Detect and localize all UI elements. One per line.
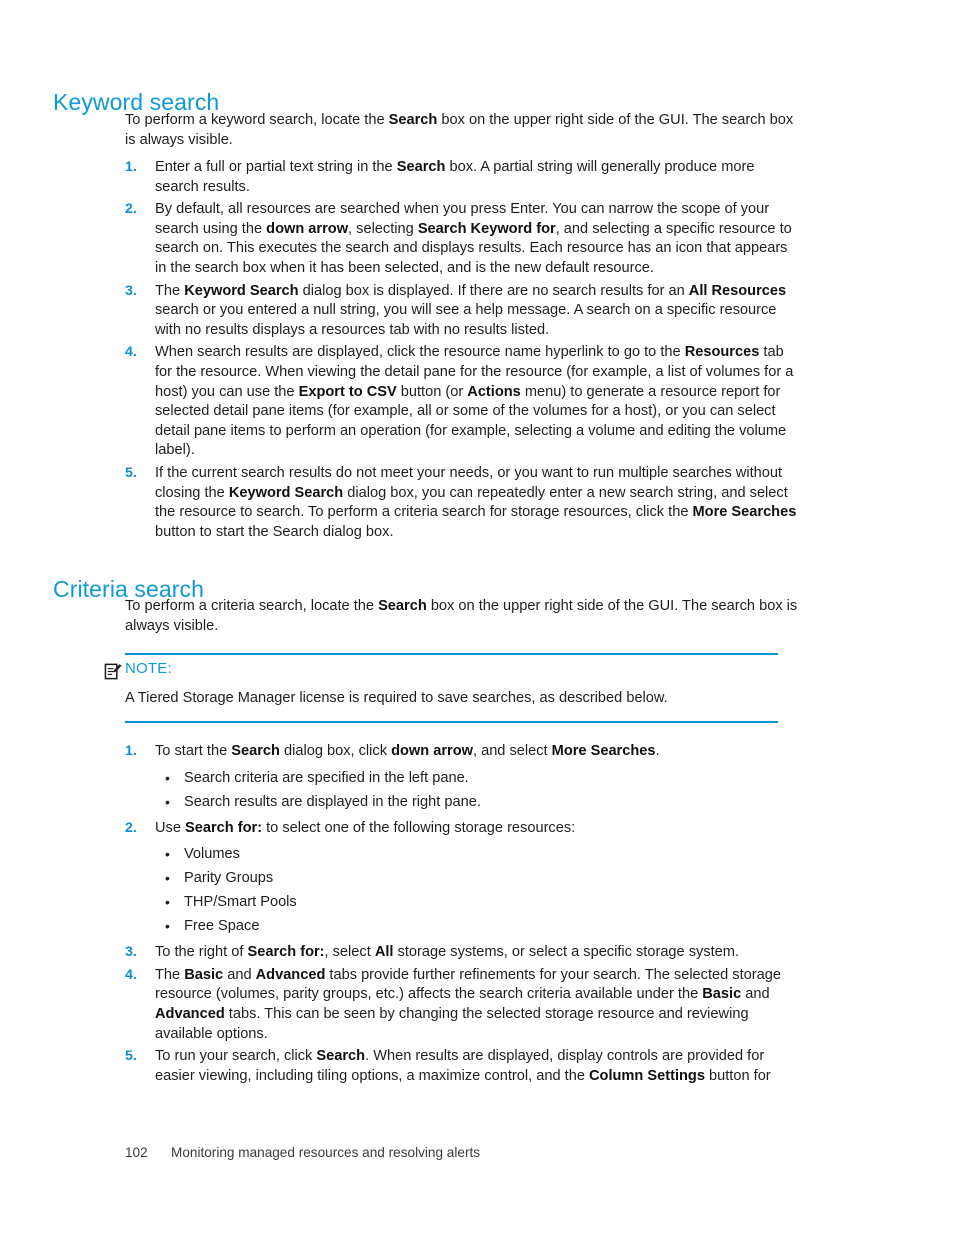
list-number: 5. bbox=[125, 1048, 137, 1065]
list-item-text: To the right of Search for:, select All … bbox=[155, 944, 739, 961]
bullet-dot-icon: • bbox=[165, 870, 170, 887]
list-item: 1. To start the Search dialog box, click… bbox=[125, 742, 801, 814]
bullet-dot-icon: • bbox=[165, 769, 170, 786]
note-rule-top bbox=[125, 653, 778, 655]
list-item-text: To run your search, click Search. When r… bbox=[155, 1048, 771, 1084]
bullet-item: • Volumes bbox=[162, 842, 801, 866]
criteria-search-intro: To perform a criteria search, locate the… bbox=[125, 598, 798, 634]
list-item-text: By default, all resources are searched w… bbox=[155, 201, 792, 276]
list-number: 1. bbox=[125, 743, 137, 759]
criteria-search-steps: 1. To start the Search dialog box, click… bbox=[125, 742, 801, 1089]
footer-page-number: 102 bbox=[125, 1145, 148, 1160]
bullet-item: • Search results are displayed in the ri… bbox=[162, 790, 801, 814]
list-item: 5. To run your search, click Search. Whe… bbox=[125, 1047, 801, 1086]
bullet-dot-icon: • bbox=[165, 846, 170, 863]
list-item: 2. By default, all resources are searche… bbox=[125, 200, 801, 278]
footer-running-title: Monitoring managed resources and resolvi… bbox=[171, 1145, 481, 1160]
list-item-text: If the current search results do not mee… bbox=[155, 464, 797, 540]
list-item: 3. The Keyword Search dialog box is disp… bbox=[125, 282, 801, 341]
list-item-text: To start the Search dialog box, click do… bbox=[155, 743, 660, 759]
list-number: 2. bbox=[125, 201, 137, 218]
list-item-text: The Keyword Search dialog box is display… bbox=[155, 282, 787, 338]
bullet-item-text: Volumes bbox=[184, 846, 240, 863]
list-number: 4. bbox=[125, 344, 137, 361]
note-label: NOTE: bbox=[125, 660, 172, 677]
list-number: 4. bbox=[125, 966, 137, 983]
bullet-item: • Search criteria are specified in the l… bbox=[162, 766, 801, 790]
keyword-search-intro: To perform a keyword search, locate the … bbox=[125, 112, 794, 148]
list-item: 5. If the current search results do not … bbox=[125, 464, 801, 542]
bullet-item-text: Search criteria are specified in the lef… bbox=[184, 769, 469, 786]
note-text: A Tiered Storage Manager license is requ… bbox=[125, 690, 668, 706]
bullet-item-text: THP/Smart Pools bbox=[184, 894, 297, 911]
list-item: 3. To the right of Search for:, select A… bbox=[125, 943, 801, 963]
bullet-dot-icon: • bbox=[165, 793, 170, 810]
list-number: 3. bbox=[125, 282, 137, 299]
note-page-pencil-icon bbox=[104, 662, 123, 681]
list-number: 5. bbox=[125, 464, 137, 481]
bullet-item: • Free Space bbox=[162, 914, 801, 938]
bullet-dot-icon: • bbox=[165, 894, 170, 911]
list-item-text: Enter a full or partial text string in t… bbox=[155, 159, 755, 195]
list-item: 4. When search results are displayed, cl… bbox=[125, 343, 801, 461]
note-admonition: NOTE: A Tiered Storage Manager license i… bbox=[104, 653, 800, 725]
bullet-item-text: Search results are displayed in the righ… bbox=[184, 793, 481, 810]
bullet-item-text: Free Space bbox=[184, 918, 260, 935]
list-number: 3. bbox=[125, 944, 137, 961]
list-item-text: The Basic and Advanced tabs provide furt… bbox=[155, 966, 781, 1042]
bullet-item: • THP/Smart Pools bbox=[162, 890, 801, 914]
bullet-list: • Volumes • Parity Groups • THP/Smart Po… bbox=[155, 842, 801, 938]
document-page: Keyword search To perform a keyword sear… bbox=[0, 0, 954, 1235]
bullet-item-text: Parity Groups bbox=[184, 870, 274, 887]
list-item: 4. The Basic and Advanced tabs provide f… bbox=[125, 966, 801, 1044]
list-item-text: When search results are displayed, click… bbox=[155, 344, 794, 459]
page-footer: 102 Monitoring managed resources and reso… bbox=[125, 1145, 480, 1160]
list-item-text: Use Search for: to select one of the fol… bbox=[155, 819, 576, 836]
note-rule-bottom bbox=[125, 721, 778, 723]
list-number: 2. bbox=[125, 819, 137, 836]
bullet-item: • Parity Groups bbox=[162, 866, 801, 890]
bullet-dot-icon: • bbox=[165, 918, 170, 935]
list-item: 1. Enter a full or partial text string i… bbox=[125, 158, 801, 197]
list-number: 1. bbox=[125, 159, 137, 175]
bullet-list: • Search criteria are specified in the l… bbox=[155, 766, 801, 814]
list-item: 2. Use Search for: to select one of the … bbox=[125, 819, 801, 939]
keyword-search-steps: 1. Enter a full or partial text string i… bbox=[125, 158, 801, 545]
